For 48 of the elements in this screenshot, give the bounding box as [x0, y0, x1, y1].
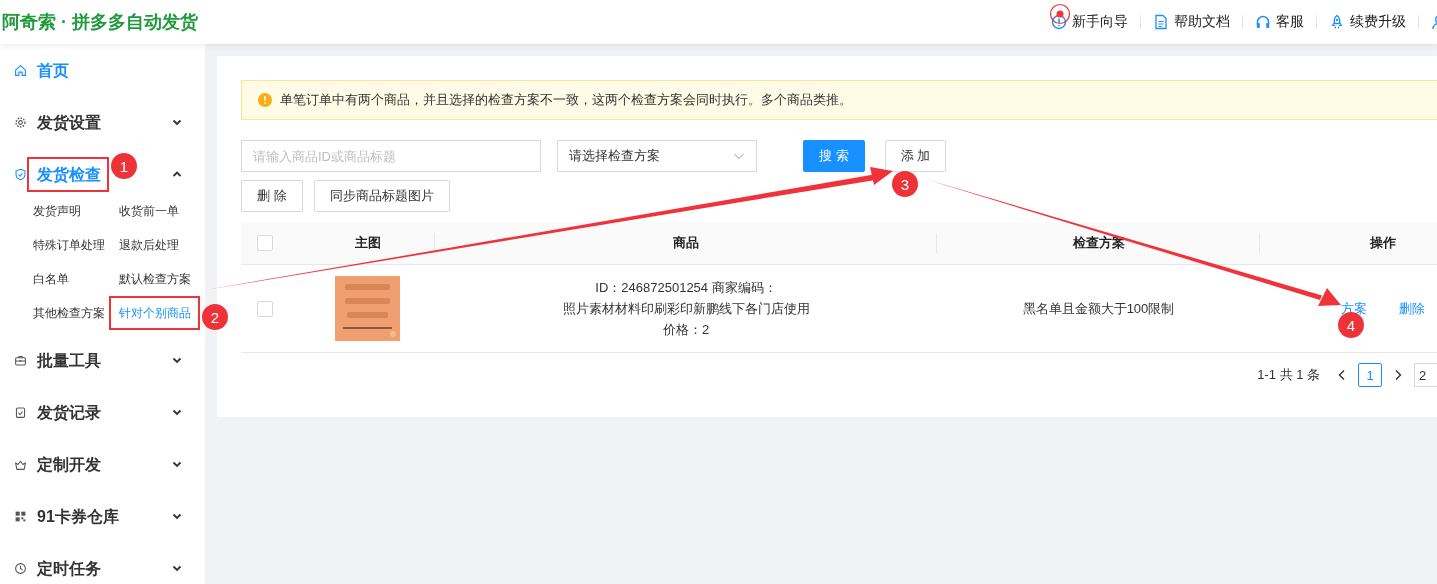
notice-text: 单笔订单中有两个商品，并且选择的检查方案不一致，这两个检查方案会同时执行。多个商品类推。 [280, 91, 852, 109]
sidebar-item[interactable]: 发货记录 [14, 394, 109, 430]
sidebar-item[interactable]: 定时任务 [14, 550, 109, 584]
action-button[interactable]: 同步商品标题图片 [313, 180, 450, 212]
sidebar-item[interactable]: 发货设置 [14, 104, 109, 140]
info-icon [1051, 14, 1067, 30]
sidebar-item[interactable]: 91卡券仓库 [14, 498, 127, 534]
column-header: 操作 [1370, 234, 1396, 252]
submenu-item[interactable]: 退款后处理 [109, 228, 200, 262]
table-cell: 黑名单且金额大于100限制 [1022, 299, 1175, 318]
scheme-select[interactable]: 请选择检查方案 [557, 140, 757, 172]
search-field[interactable]: 请输入商品ID或商品标题 [241, 140, 541, 172]
warning-icon [258, 93, 272, 107]
briefcase-icon [14, 353, 27, 367]
column-header: 主图 [354, 234, 381, 252]
product-info-text: ID：246872501254 商家编码： [595, 279, 777, 296]
submenu-item[interactable]: 特殊订单处理 [23, 228, 109, 262]
header-link[interactable]: 新手向导 [1039, 0, 1140, 44]
submenu-item[interactable]: 收货前一单 [109, 194, 200, 228]
checkbox[interactable] [257, 235, 273, 251]
header-link[interactable]: 帮助文档 [1141, 0, 1242, 44]
product-info-text: 价格：2 [662, 321, 710, 338]
clock-icon [14, 561, 27, 575]
sidebar-item[interactable]: 批量工具 [14, 342, 109, 378]
shield-icon [14, 167, 27, 181]
action-button[interactable]: 添 加 [884, 140, 947, 172]
checklist-icon [14, 405, 27, 419]
submenu-item[interactable]: 白名单 [23, 262, 109, 296]
select-placeholder: 请选择检查方案 [569, 147, 660, 165]
headset-icon [1255, 14, 1271, 30]
submenu-item[interactable]: 默认检查方案 [109, 262, 200, 296]
gear-icon [14, 115, 27, 129]
document-icon [1153, 14, 1169, 30]
header-link[interactable]: 客服 [1243, 0, 1316, 44]
submenu-item[interactable]: 其他检查方案 [23, 296, 109, 330]
home-icon [14, 63, 27, 77]
header-link[interactable]: 续费升级 [1317, 0, 1418, 44]
product-info-text: 照片素材材料印刷彩印新鹏线下各门店使用 [562, 300, 810, 317]
page-size-select[interactable]: 2 [1414, 363, 1437, 387]
pagination-summary: 1-1 共 1 条 [1257, 366, 1320, 384]
app-title: 阿奇索 · 拼多多自动发货 [1, 11, 198, 34]
action-button[interactable]: 删 除 [241, 180, 303, 212]
rocket-icon [1329, 14, 1345, 30]
column-header: 商品 [673, 234, 699, 252]
grid-icon [14, 509, 27, 523]
submenu-item[interactable]: 发货声明 [23, 194, 109, 228]
sidebar-item[interactable]: 定制开发 [14, 446, 109, 482]
checkbox[interactable] [257, 300, 273, 317]
